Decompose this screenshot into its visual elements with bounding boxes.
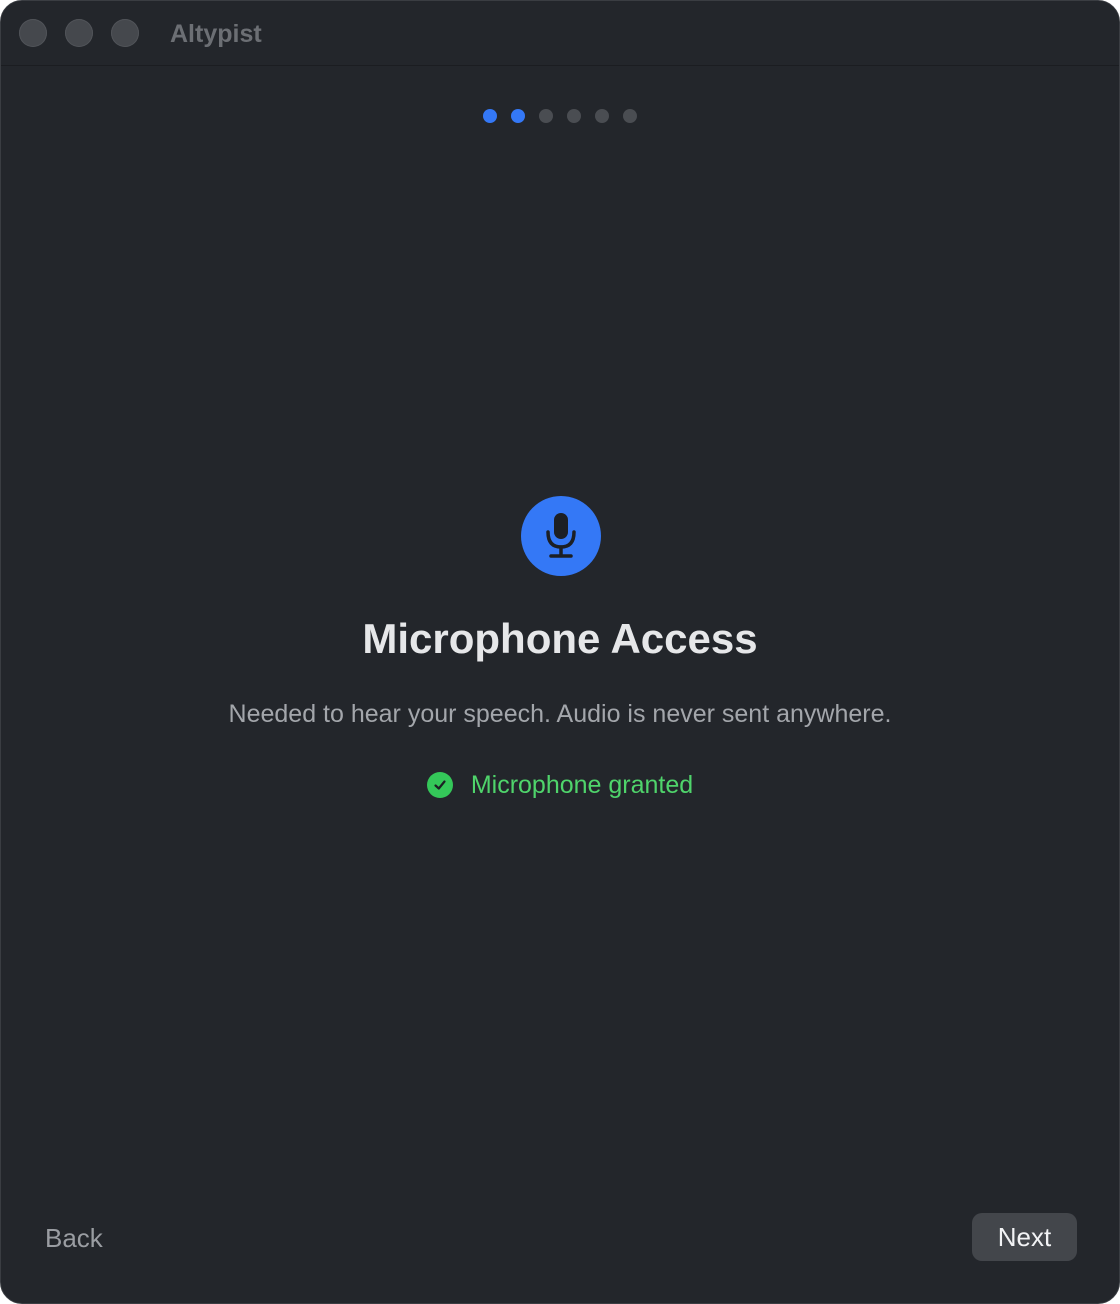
title-bar: Altypist (1, 1, 1119, 66)
step-dot (567, 109, 581, 123)
step-dot (511, 109, 525, 123)
onboarding-window: Altypist Microphone Access Needed to hea… (0, 0, 1120, 1304)
microphone-icon (546, 513, 576, 558)
zoom-window-button[interactable] (111, 19, 139, 47)
permission-status: Microphone granted (1, 769, 1119, 801)
back-button[interactable]: Back (45, 1221, 103, 1255)
minimize-window-button[interactable] (65, 19, 93, 47)
step-dot (623, 109, 637, 123)
step-indicator (1, 109, 1119, 123)
step-dot (595, 109, 609, 123)
checkmark-circle-icon (426, 772, 453, 798)
next-button[interactable]: Next (972, 1213, 1077, 1261)
close-window-button[interactable] (19, 19, 47, 47)
step-description: Needed to hear your speech. Audio is nev… (228, 700, 892, 728)
microphone-icon-badge (521, 496, 601, 576)
permission-status-text: Microphone granted (470, 771, 694, 799)
step-dot (539, 109, 553, 123)
step-dot (483, 109, 497, 123)
step-title: Microphone Access (362, 615, 758, 662)
window-title: Altypist (170, 20, 262, 48)
